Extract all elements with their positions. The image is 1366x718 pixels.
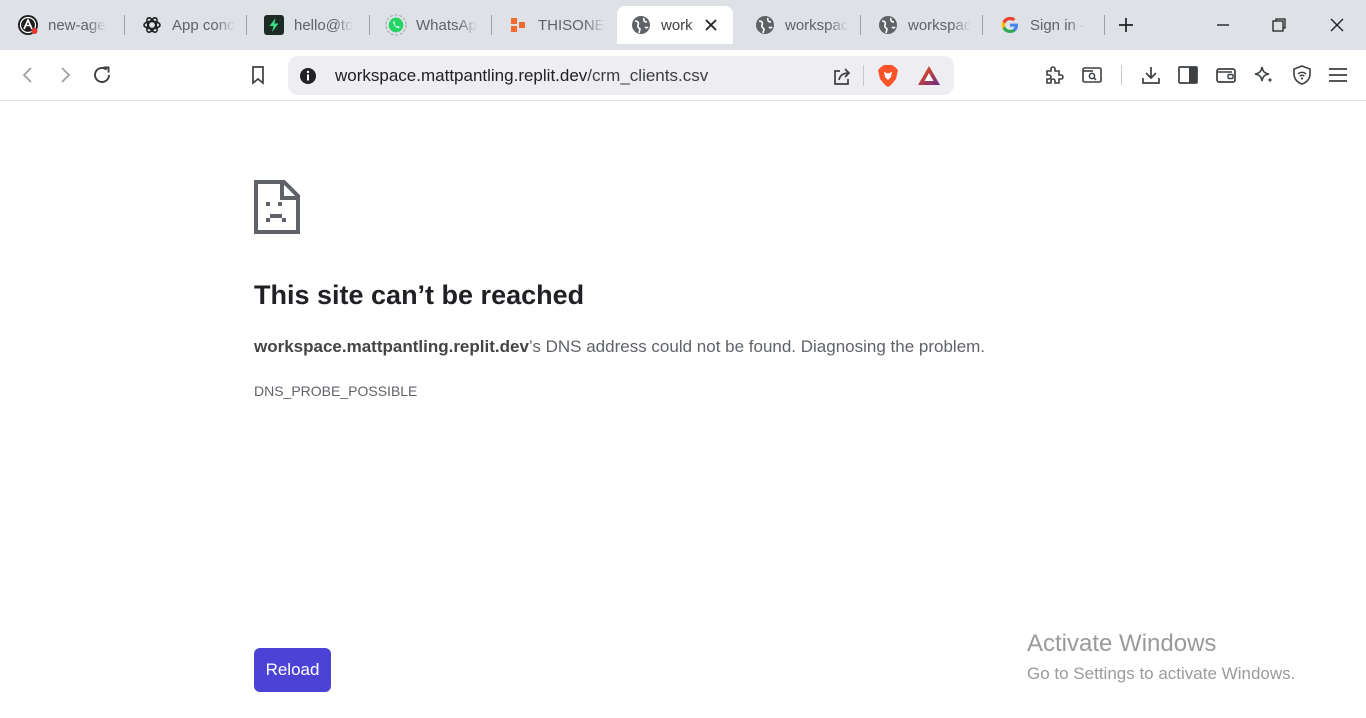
- search-tabs-button[interactable]: [1079, 62, 1105, 88]
- error-description-text: ’s DNS address could not be found. Diagn…: [528, 337, 986, 356]
- reload-toolbar-button[interactable]: [89, 62, 115, 88]
- tab-whatsapp[interactable]: WhatsAp: [372, 6, 488, 44]
- chevron-right-icon: [61, 67, 71, 83]
- tab-app-conc[interactable]: App conc: [128, 6, 244, 44]
- share-icon[interactable]: [830, 64, 854, 88]
- toolbar-divider: [1121, 65, 1122, 85]
- new-tab-button[interactable]: [1114, 13, 1138, 37]
- chevron-left-icon: [22, 67, 32, 83]
- downloads-button[interactable]: [1138, 62, 1164, 88]
- tab-new-age[interactable]: new-age: [4, 6, 122, 44]
- tab-work-active[interactable]: work: [617, 6, 733, 44]
- tab-separator: [982, 15, 983, 35]
- error-code: DNS_PROBE_POSSIBLE: [254, 383, 418, 399]
- tab-label: workspac: [785, 16, 849, 34]
- omnibox-divider: [863, 65, 864, 86]
- error-description: workspace.mattpantling.replit.dev’s DNS …: [254, 337, 985, 357]
- tab-workspace-1[interactable]: workspac: [741, 6, 857, 44]
- tab-label: hello@to: [294, 16, 354, 34]
- tab-separator: [491, 15, 492, 35]
- plus-icon: [1119, 18, 1133, 32]
- vpn-button[interactable]: [1289, 62, 1315, 88]
- bookmark-icon: [252, 66, 264, 85]
- openai-icon: [141, 14, 163, 36]
- maximize-button[interactable]: [1264, 10, 1294, 40]
- close-icon: [1330, 18, 1344, 32]
- download-icon: [1142, 67, 1160, 84]
- forward-button[interactable]: [52, 62, 78, 88]
- tab-separator: [124, 15, 125, 35]
- minimize-icon: [1217, 24, 1229, 26]
- tab-label: Sign in -: [1030, 16, 1086, 34]
- sidebar-button[interactable]: [1175, 62, 1201, 88]
- tab-label: new-age: [48, 16, 106, 34]
- leo-ai-button[interactable]: [1251, 62, 1277, 88]
- url-path: /crm_clients.csv: [587, 66, 709, 85]
- address-bar[interactable]: workspace.mattpantling.replit.dev/crm_cl…: [288, 56, 954, 95]
- google-icon: [999, 14, 1021, 36]
- tab-sign-in[interactable]: Sign in -: [986, 6, 1102, 44]
- tab-separator: [1104, 15, 1105, 35]
- tab-label: work: [661, 16, 693, 34]
- menu-button[interactable]: [1325, 62, 1351, 88]
- puzzle-icon: [1046, 66, 1064, 84]
- brave-shields-icon[interactable]: [875, 63, 901, 89]
- url-text[interactable]: workspace.mattpantling.replit.dev/crm_cl…: [335, 66, 708, 86]
- activate-windows-subtitle: Go to Settings to activate Windows.: [1027, 664, 1296, 683]
- bolt-icon: [263, 14, 285, 36]
- back-button[interactable]: [15, 62, 41, 88]
- error-host: workspace.mattpantling.replit.dev: [254, 337, 529, 356]
- tab-strip: new-age App conc hello@to WhatsAp THISON…: [0, 0, 1366, 50]
- dark-a-logo-icon: [17, 14, 39, 36]
- tab-label: App conc: [172, 16, 235, 34]
- tab-search-icon: [1082, 67, 1102, 83]
- extensions-button[interactable]: [1041, 62, 1067, 88]
- wallet-icon: [1216, 68, 1236, 83]
- error-title: This site can’t be reached: [254, 280, 585, 310]
- tab-label: THISONE: [538, 16, 605, 34]
- tab-separator: [369, 15, 370, 35]
- vpn-shield-icon: [1293, 65, 1311, 85]
- reload-icon: [94, 66, 110, 83]
- hamburger-menu-icon: [1329, 68, 1347, 82]
- tab-label: workspac: [908, 16, 972, 34]
- tab-thisone[interactable]: THISONE: [494, 6, 610, 44]
- sidebar-icon: [1178, 66, 1198, 84]
- tab-separator: [246, 15, 247, 35]
- bookmark-button[interactable]: [245, 62, 271, 88]
- tab-separator: [860, 15, 861, 35]
- whatsapp-icon: [385, 14, 407, 36]
- tab-workspace-2[interactable]: workspac: [864, 6, 980, 44]
- globe-icon: [754, 14, 776, 36]
- reload-button[interactable]: Reload: [254, 648, 331, 692]
- activate-windows-title: Activate Windows: [1027, 630, 1217, 657]
- close-tab-icon[interactable]: [701, 15, 721, 35]
- tab-hello[interactable]: hello@to: [250, 6, 366, 44]
- url-host: workspace.mattpantling.replit.dev: [335, 66, 588, 85]
- globe-icon: [877, 14, 899, 36]
- toolbar: workspace.mattpantling.replit.dev/crm_cl…: [0, 50, 1366, 101]
- sad-document-icon: [254, 180, 300, 234]
- sparkle-icon: [1254, 66, 1273, 83]
- brave-rewards-icon[interactable]: [916, 64, 942, 88]
- browser-window: new-age App conc hello@to WhatsAp THISON…: [0, 0, 1366, 718]
- orange-blocks-icon: [507, 14, 529, 36]
- tab-label: WhatsAp: [416, 16, 477, 34]
- wallet-button[interactable]: [1213, 62, 1239, 88]
- restore-icon: [1272, 18, 1286, 32]
- close-window-button[interactable]: [1322, 10, 1352, 40]
- minimize-button[interactable]: [1208, 10, 1238, 40]
- globe-icon: [630, 14, 652, 36]
- info-icon[interactable]: [298, 66, 318, 86]
